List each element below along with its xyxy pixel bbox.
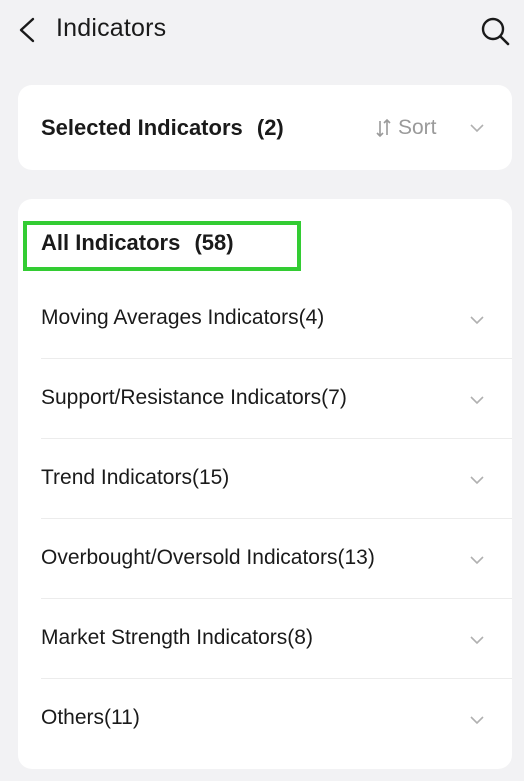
- all-indicators-label: All Indicators: [41, 230, 181, 255]
- top-bar: Indicators: [0, 0, 524, 62]
- chevron-down-icon[interactable]: [470, 395, 484, 405]
- selected-indicators-title: Selected Indicators (2): [41, 115, 284, 141]
- sort-label: Sort: [398, 116, 437, 139]
- chevron-down-icon[interactable]: [470, 555, 484, 565]
- selected-indicators-label: Selected Indicators: [41, 115, 243, 140]
- category-label: Moving Averages Indicators(4): [41, 306, 325, 329]
- all-indicators-count: (58): [194, 230, 234, 255]
- chevron-left-icon[interactable]: [16, 17, 40, 43]
- category-label: Overbought/Oversold Indicators(13): [41, 546, 375, 569]
- category-row-trend[interactable]: Trend Indicators(15): [41, 439, 512, 519]
- category-label: Support/Resistance Indicators(7): [41, 386, 347, 409]
- page-title: Indicators: [56, 14, 167, 42]
- category-row-support-resistance[interactable]: Support/Resistance Indicators(7): [41, 359, 512, 439]
- chevron-down-icon[interactable]: [470, 315, 484, 325]
- chevron-down-icon[interactable]: [470, 715, 484, 725]
- all-indicators-title: All Indicators (58): [41, 230, 234, 256]
- category-label: Trend Indicators(15): [41, 466, 230, 489]
- category-row-market-strength[interactable]: Market Strength Indicators(8): [41, 599, 512, 679]
- sort-icon: [376, 118, 391, 138]
- sort-button[interactable]: Sort: [376, 115, 437, 141]
- chevron-down-icon[interactable]: [470, 635, 484, 645]
- category-label: Others(11): [41, 706, 140, 729]
- category-row-others[interactable]: Others(11): [41, 679, 512, 759]
- search-icon[interactable]: [480, 16, 510, 46]
- chevron-down-icon[interactable]: [470, 123, 484, 133]
- chevron-down-icon[interactable]: [470, 475, 484, 485]
- category-row-overbought-oversold[interactable]: Overbought/Oversold Indicators(13): [41, 519, 512, 599]
- category-label: Market Strength Indicators(8): [41, 626, 313, 649]
- category-row-moving-averages[interactable]: Moving Averages Indicators(4): [41, 279, 512, 359]
- all-indicators-card: All Indicators (58) Moving Averages Indi…: [18, 199, 512, 769]
- selected-indicators-count: (2): [256, 115, 284, 140]
- selected-indicators-card[interactable]: Selected Indicators (2) Sort: [18, 85, 512, 170]
